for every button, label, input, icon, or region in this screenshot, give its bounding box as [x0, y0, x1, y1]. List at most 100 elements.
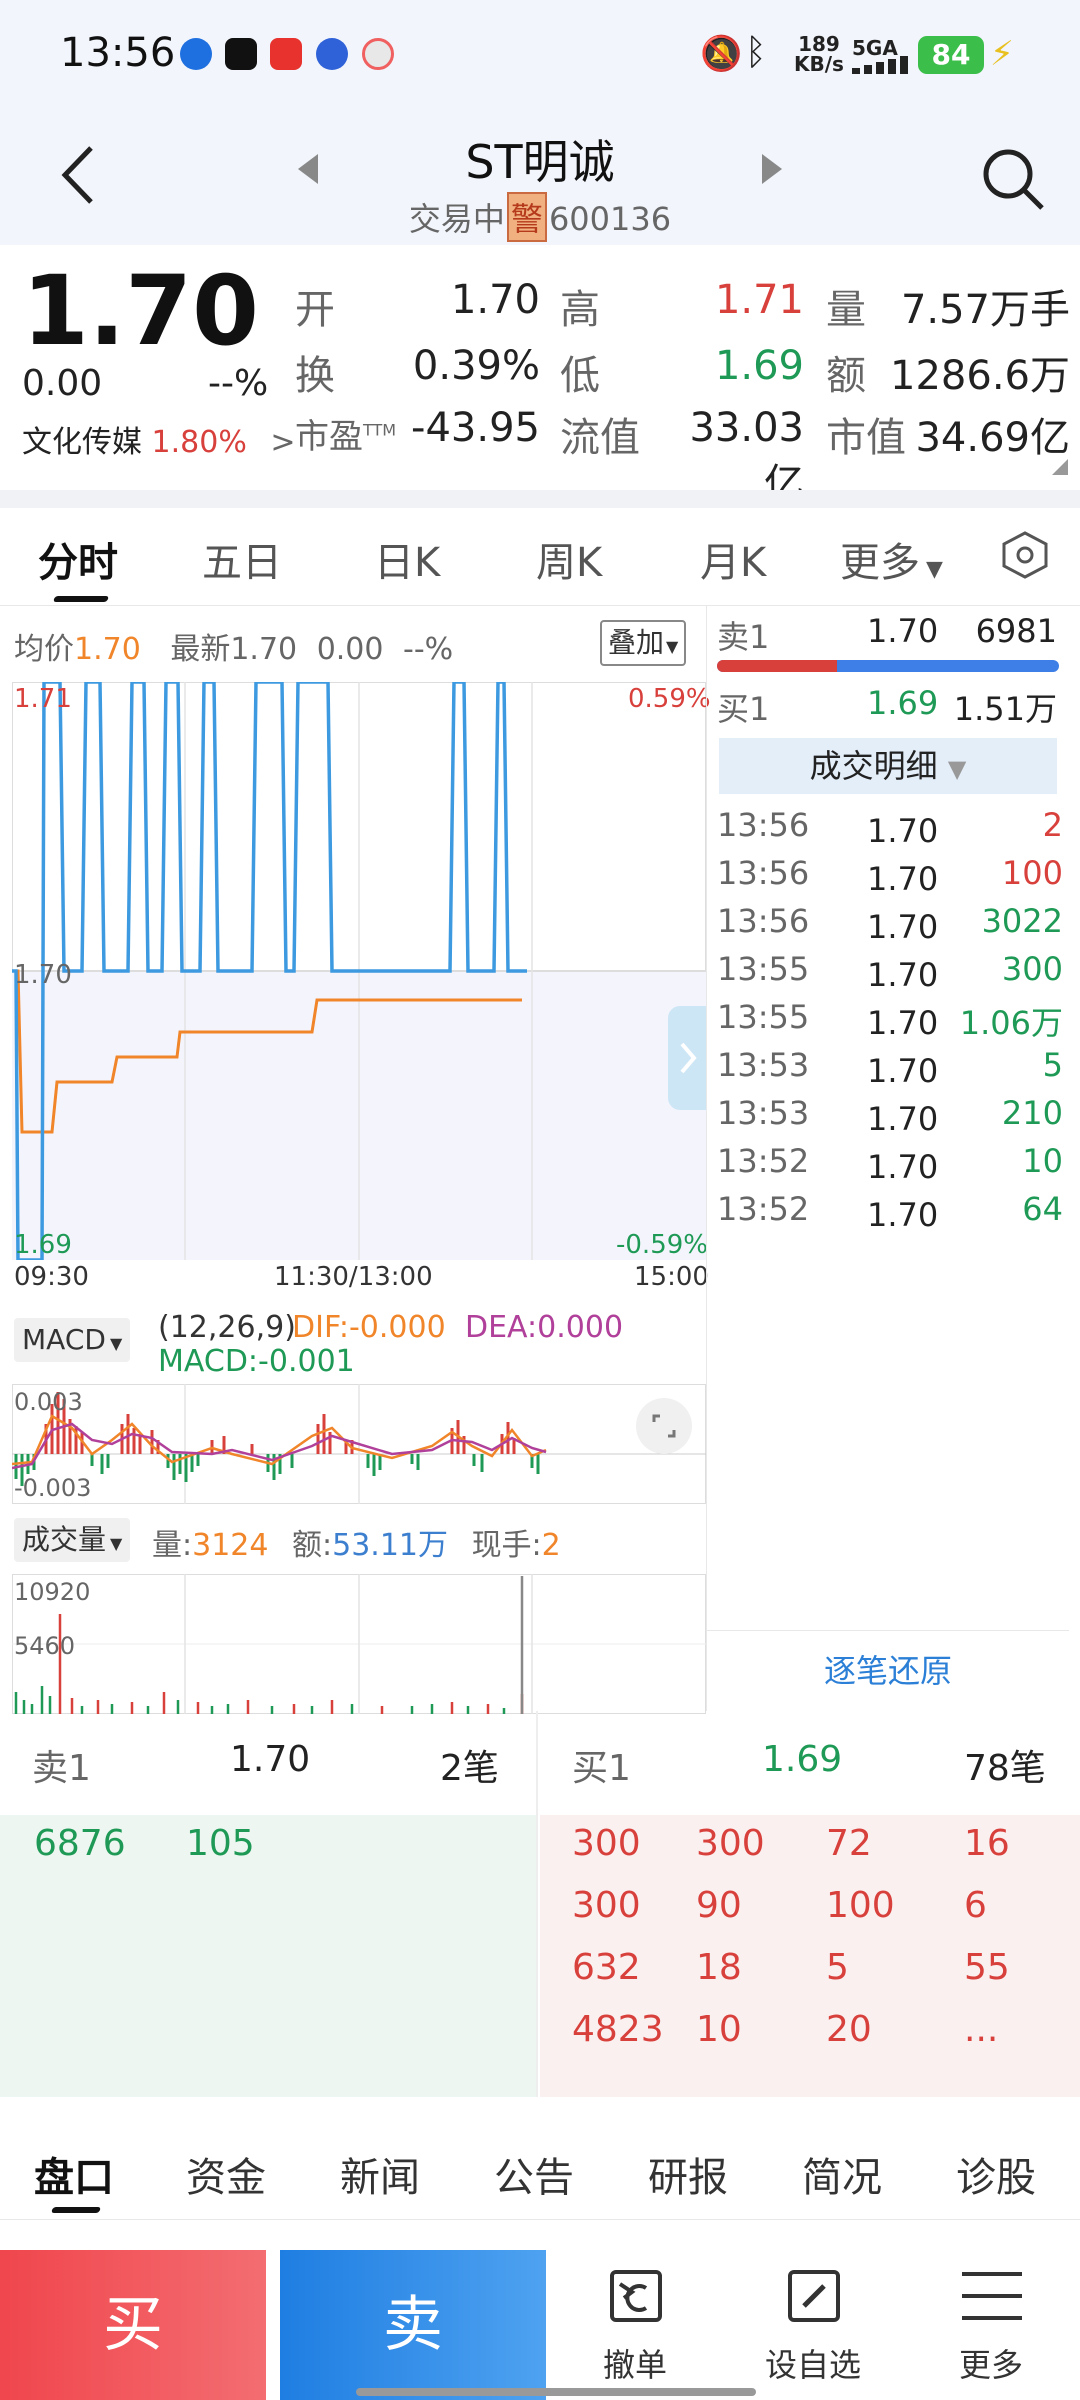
signal-icon: [852, 56, 908, 74]
add-watchlist-button[interactable]: 设自选: [748, 2262, 878, 2392]
tab-weekly-k[interactable]: 周K: [536, 530, 602, 588]
tick-time: 13:56: [717, 806, 810, 844]
dropdown-icon: ▼: [947, 755, 967, 783]
sell-order: 105: [186, 1823, 255, 1864]
tab-funds[interactable]: 资金: [186, 2145, 266, 2203]
level1-buy-qty: 1.51万: [953, 690, 1057, 728]
tick-time: 13:55: [717, 950, 810, 988]
tab-announcements[interactable]: 公告: [494, 2145, 574, 2203]
action-bar: 买 卖 撤单 设自选 更多: [0, 2240, 1080, 2400]
tab-research[interactable]: 研报: [648, 2145, 728, 2203]
home-indicator: [356, 2388, 756, 2396]
ask-ratio-fill: [717, 660, 837, 672]
price-change: 0.00: [22, 363, 103, 404]
buy-order: 632: [572, 1947, 641, 1988]
sector-link[interactable]: 文化传媒 1.80% >: [22, 417, 296, 461]
cancel-order-icon: [610, 2270, 662, 2322]
charging-icon: ⚡: [990, 34, 1014, 74]
tab-order-book[interactable]: 盘口: [34, 2145, 114, 2203]
next-stock-icon[interactable]: [762, 154, 782, 184]
macd-value: MACD:-0.001: [158, 1344, 355, 1379]
level1-sell-qty: 6981: [975, 612, 1057, 650]
pe-label: 市盈TTM: [295, 417, 397, 457]
buy-order: 18: [696, 1947, 742, 1988]
amount-value: 1286.6万: [890, 353, 1070, 399]
menu-icon: [962, 2272, 1022, 2320]
dropdown-icon: ▼: [110, 1534, 123, 1553]
tab-daily-k[interactable]: 日K: [374, 530, 440, 588]
expand-corner-icon[interactable]: [1052, 459, 1068, 475]
tick-row: 13:55 1.70 300: [717, 950, 1063, 994]
low-price: 1.69: [714, 343, 804, 389]
high-price: 1.71: [714, 277, 804, 323]
macd-selector[interactable]: MACD ▼: [14, 1318, 131, 1362]
tick-qty: 210: [1001, 1094, 1063, 1132]
net-speed: 189 KB/s: [794, 32, 844, 76]
level1-sell-price: 1.70: [867, 612, 939, 650]
tick-row: 13:55 1.70 1.06万: [717, 998, 1063, 1042]
chevron-right-icon: >: [270, 425, 296, 460]
buy-queue: 买1 1.69 78笔 300 300 72 16 300 90 100 6 632 18 5 55 4…: [540, 1711, 1080, 2097]
restore-button[interactable]: 逐笔还原: [707, 1630, 1069, 1710]
overlay-button[interactable]: 叠加 ▼: [600, 620, 687, 666]
tab-underline: [52, 596, 110, 602]
baidu-icon: [316, 38, 348, 70]
macd-chart: [12, 1384, 706, 1504]
buy-order: 5: [826, 1947, 849, 1988]
volume-axis-mid: 5460: [14, 1632, 76, 1660]
tab-more[interactable]: 更多 ▼: [840, 530, 943, 588]
tab-five-day[interactable]: 五日: [202, 530, 282, 588]
chart-tabs: 分时 五日 日K 周K 月K 更多 ▼: [0, 508, 1080, 606]
quote-panel: 1.70 0.00 --% 文化传媒 1.80% > 开 1.70 高 1.71…: [0, 245, 1080, 507]
buy-order: 55: [964, 1947, 1010, 1988]
tick-row: 13:53 1.70 210: [717, 1094, 1063, 1138]
axis-top-price: 1.71: [14, 684, 72, 714]
stock-code: 600136: [548, 200, 672, 238]
macd-dea: DEA:0.000: [465, 1310, 624, 1345]
trade-detail-header[interactable]: 成交明细 ▼: [719, 738, 1057, 794]
tab-profile[interactable]: 简况: [802, 2145, 882, 2203]
intraday-chart-area: 均价1.70 最新1.70 0.00 --% 叠加 ▼ 1.71 1.70 1.6…: [0, 606, 711, 1714]
fullscreen-icon[interactable]: [636, 1398, 692, 1454]
tiktok-icon: [225, 38, 257, 70]
tick-qty: 3022: [981, 902, 1063, 940]
info-tabs: 盘口 资金 新闻 公告 研报 简况 诊股: [0, 2115, 1080, 2220]
axis-mid-price: 1.70: [14, 960, 72, 990]
buy-button[interactable]: 买: [0, 2250, 266, 2400]
volume-chart: [12, 1574, 706, 1714]
sell-queue: 卖1 1.70 2笔 6876 105: [0, 1711, 538, 2097]
tick-time: 13:53: [717, 1046, 810, 1084]
price-line-chart: [12, 682, 706, 1260]
tick-row: 13:52 1.70 64: [717, 1190, 1063, 1234]
stock-subtitle: 交易中警 600136: [0, 192, 1080, 242]
volume-info: 量:3124 额:53.11万 现手:2: [152, 1528, 561, 1563]
search-icon[interactable]: [980, 146, 1046, 212]
tick-row: 13:501.7010: [717, 1232, 1063, 1238]
last-price: 1.70: [22, 255, 259, 367]
queue-sell-price: 1.70: [230, 1739, 311, 1780]
tab-monthly-k[interactable]: 月K: [700, 530, 766, 588]
buy-order: 90: [696, 1885, 742, 1926]
map-icon: [362, 38, 394, 70]
tick-list[interactable]: 13:56 1.70 2 13:56 1.70 100 13:56 1.70 3022 13:55…: [707, 800, 1069, 1238]
separator: [0, 490, 1080, 508]
app-icon-c: [270, 38, 302, 70]
buy-order: 300: [696, 1823, 765, 1864]
mcap-value: 34.69亿: [915, 415, 1070, 461]
tab-diagnosis[interactable]: 诊股: [956, 2145, 1036, 2203]
cancel-order-button[interactable]: 撤单: [570, 2262, 700, 2392]
tab-intraday[interactable]: 分时: [38, 530, 118, 588]
tick-time: 13:56: [717, 854, 810, 892]
tab-news[interactable]: 新闻: [340, 2145, 420, 2203]
chart-info: 均价1.70 最新1.70 0.00 --%: [14, 632, 454, 667]
volume-selector[interactable]: 成交量 ▼: [14, 1518, 131, 1562]
trade-status: 交易中: [408, 200, 505, 238]
tick-qty: 5: [1042, 1046, 1063, 1084]
tick-row: 13:56 1.70 3022: [717, 902, 1063, 946]
expand-panel-button[interactable]: [668, 1006, 706, 1110]
sell-button[interactable]: 卖: [280, 2250, 546, 2400]
tick-qty: 300: [1001, 950, 1063, 988]
more-button[interactable]: 更多: [926, 2262, 1056, 2392]
settings-hexagon-icon[interactable]: [1000, 530, 1050, 580]
tick-time: 13:53: [717, 1094, 810, 1132]
